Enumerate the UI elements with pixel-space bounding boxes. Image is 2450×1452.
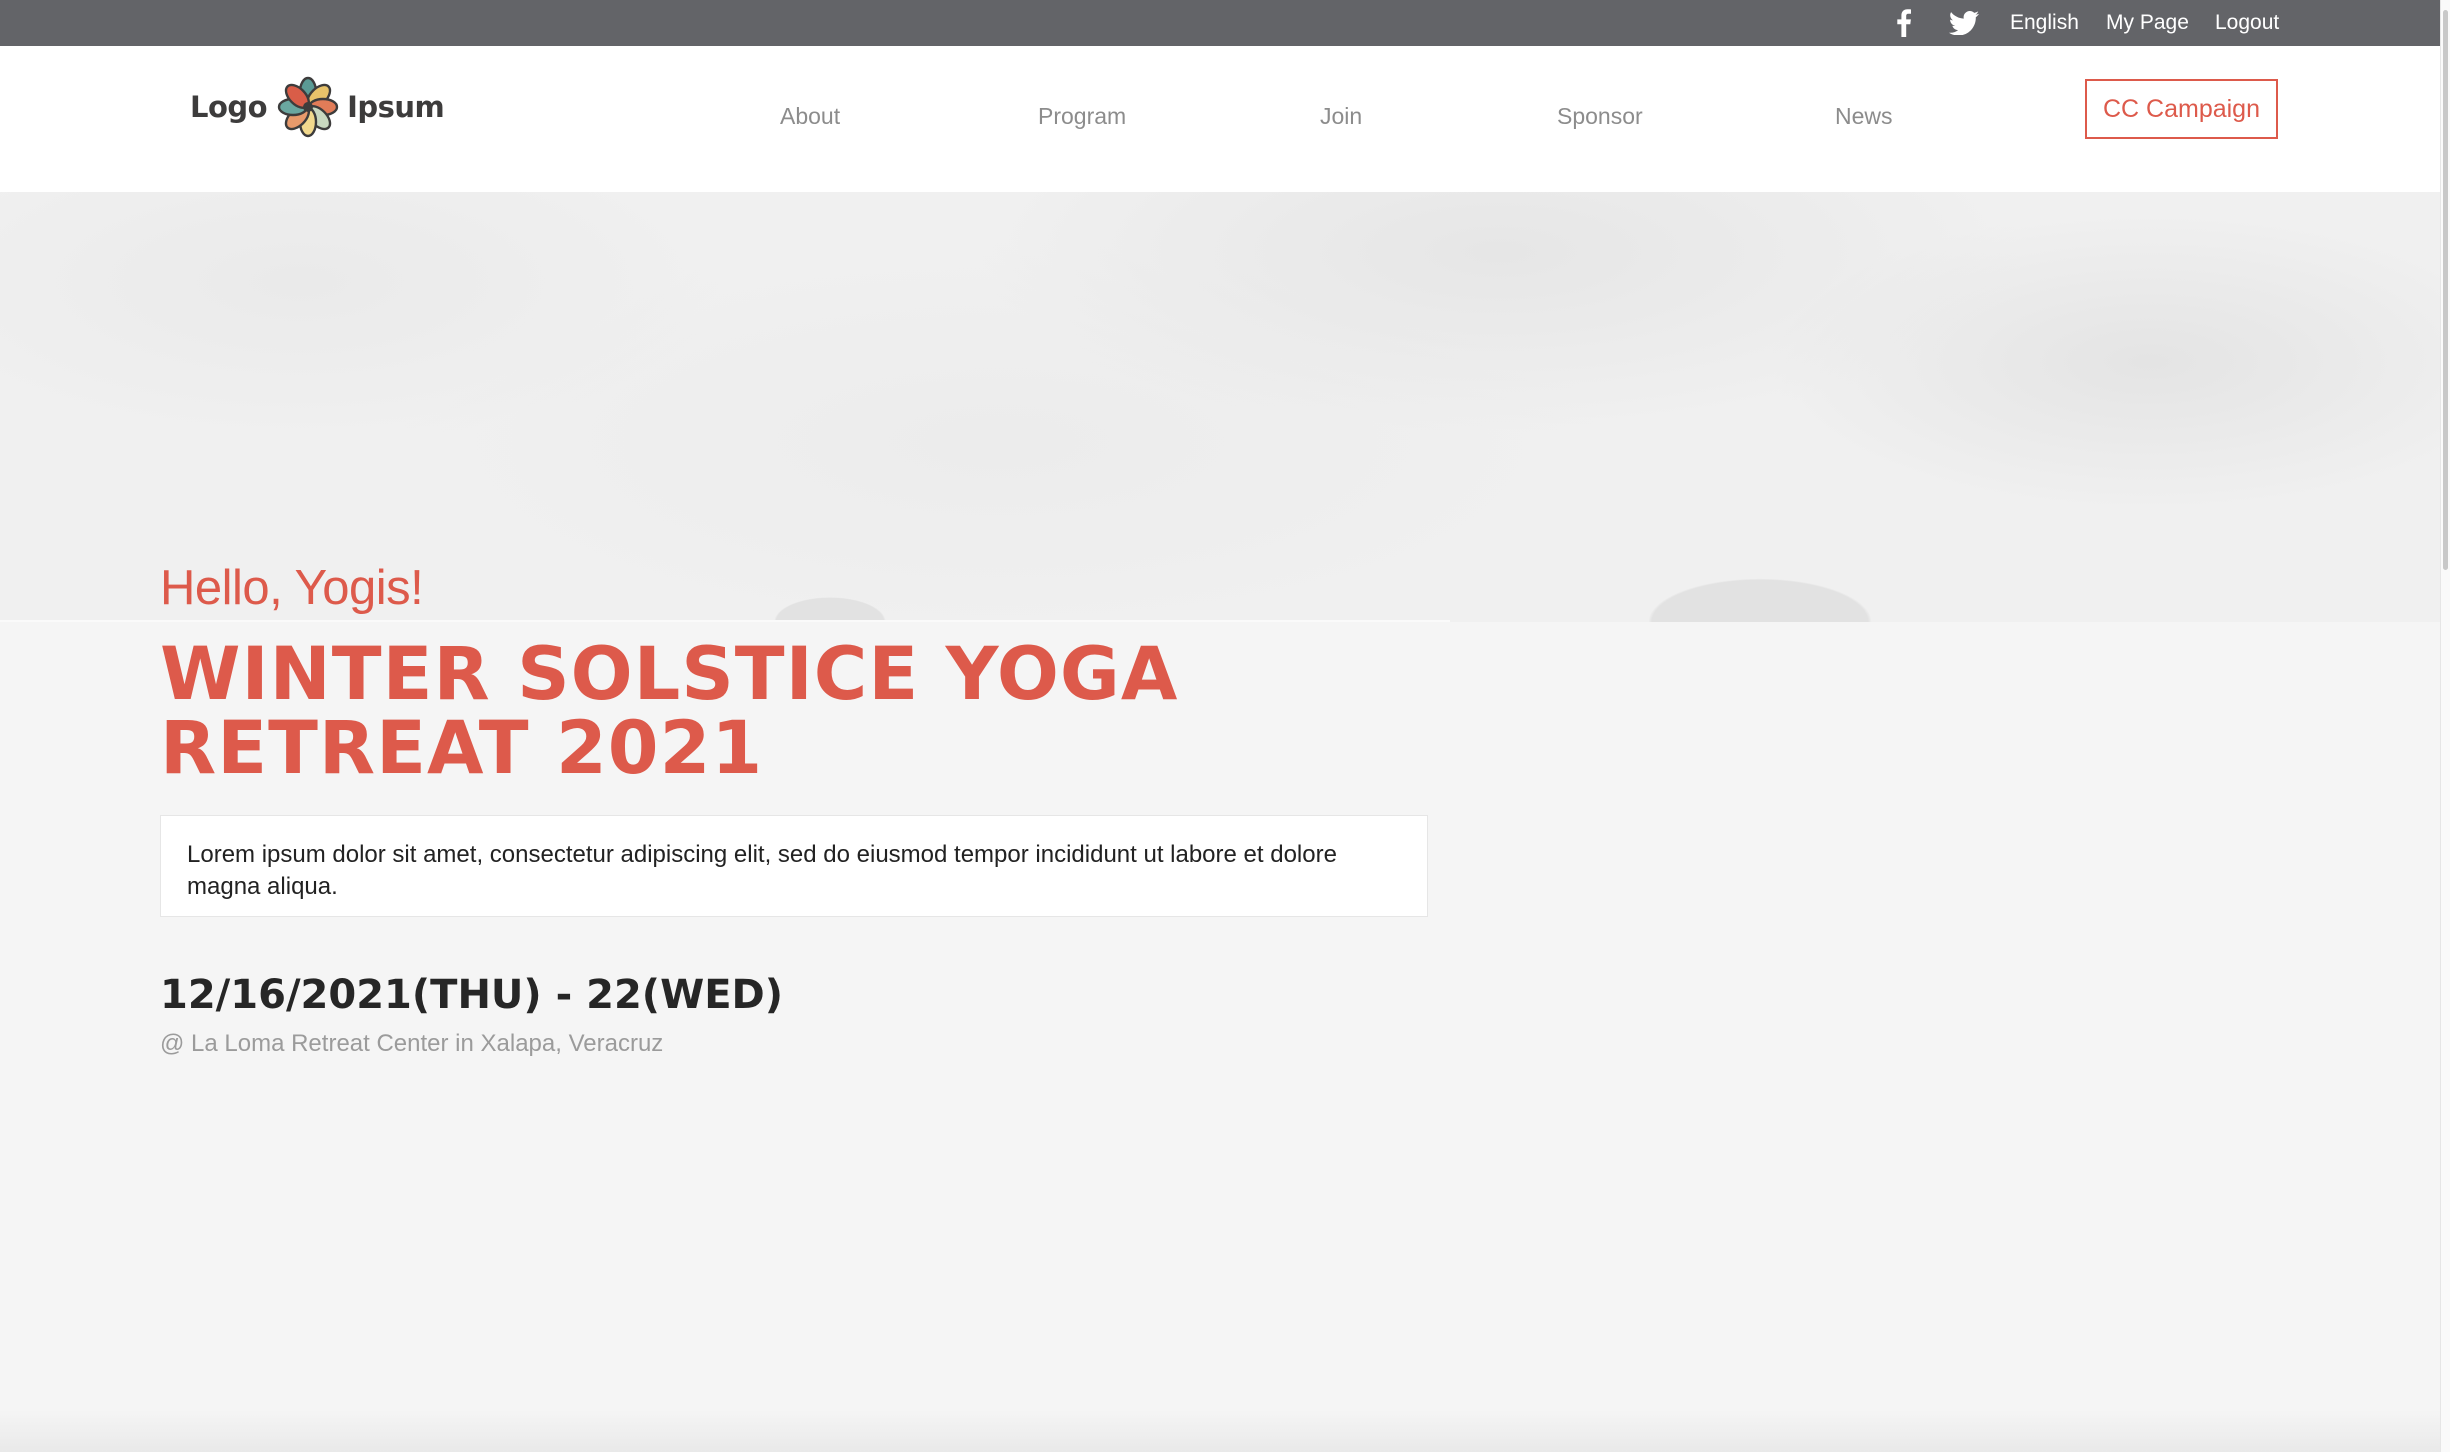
logo-word-left: Logo [190, 90, 268, 124]
nav-about[interactable]: About [780, 96, 840, 136]
nav-join[interactable]: Join [1320, 96, 1362, 136]
logo-word-right: Ipsum [347, 90, 445, 124]
nav-program[interactable]: Program [1038, 96, 1126, 136]
nav-news[interactable]: News [1835, 96, 1893, 136]
event-title: WINTER SOLSTICE YOGA RETREAT 2021 [160, 632, 1179, 791]
scrollbar-thumb[interactable] [2443, 10, 2448, 570]
hero-divider [0, 620, 1450, 622]
language-selector[interactable]: English [2010, 0, 2079, 46]
event-description: Lorem ipsum dolor sit amet, consectetur … [160, 815, 1428, 917]
my-page-link[interactable]: My Page [2106, 0, 2189, 46]
twitter-icon[interactable] [1946, 0, 1982, 46]
hero-background-image [0, 192, 2440, 622]
event-date: 12/16/2021(THU) - 22(WED) [160, 972, 784, 1018]
top-utility-bar: English My Page Logout [0, 0, 2440, 46]
main-header: Logo Ipsum About Program Join Sponsor Ne… [0, 46, 2440, 192]
cc-campaign-button[interactable]: CC Campaign [2085, 79, 2278, 139]
flower-logo-icon [277, 76, 339, 138]
site-logo[interactable]: Logo Ipsum [190, 72, 445, 142]
facebook-icon[interactable] [1892, 0, 1916, 46]
greeting-text: Hello, Yogis! [160, 561, 424, 615]
logout-link[interactable]: Logout [2215, 0, 2279, 46]
event-location: @ La Loma Retreat Center in Xalapa, Vera… [160, 1030, 664, 1057]
page-bottom-shade [0, 1410, 2440, 1452]
nav-sponsor[interactable]: Sponsor [1557, 96, 1643, 136]
